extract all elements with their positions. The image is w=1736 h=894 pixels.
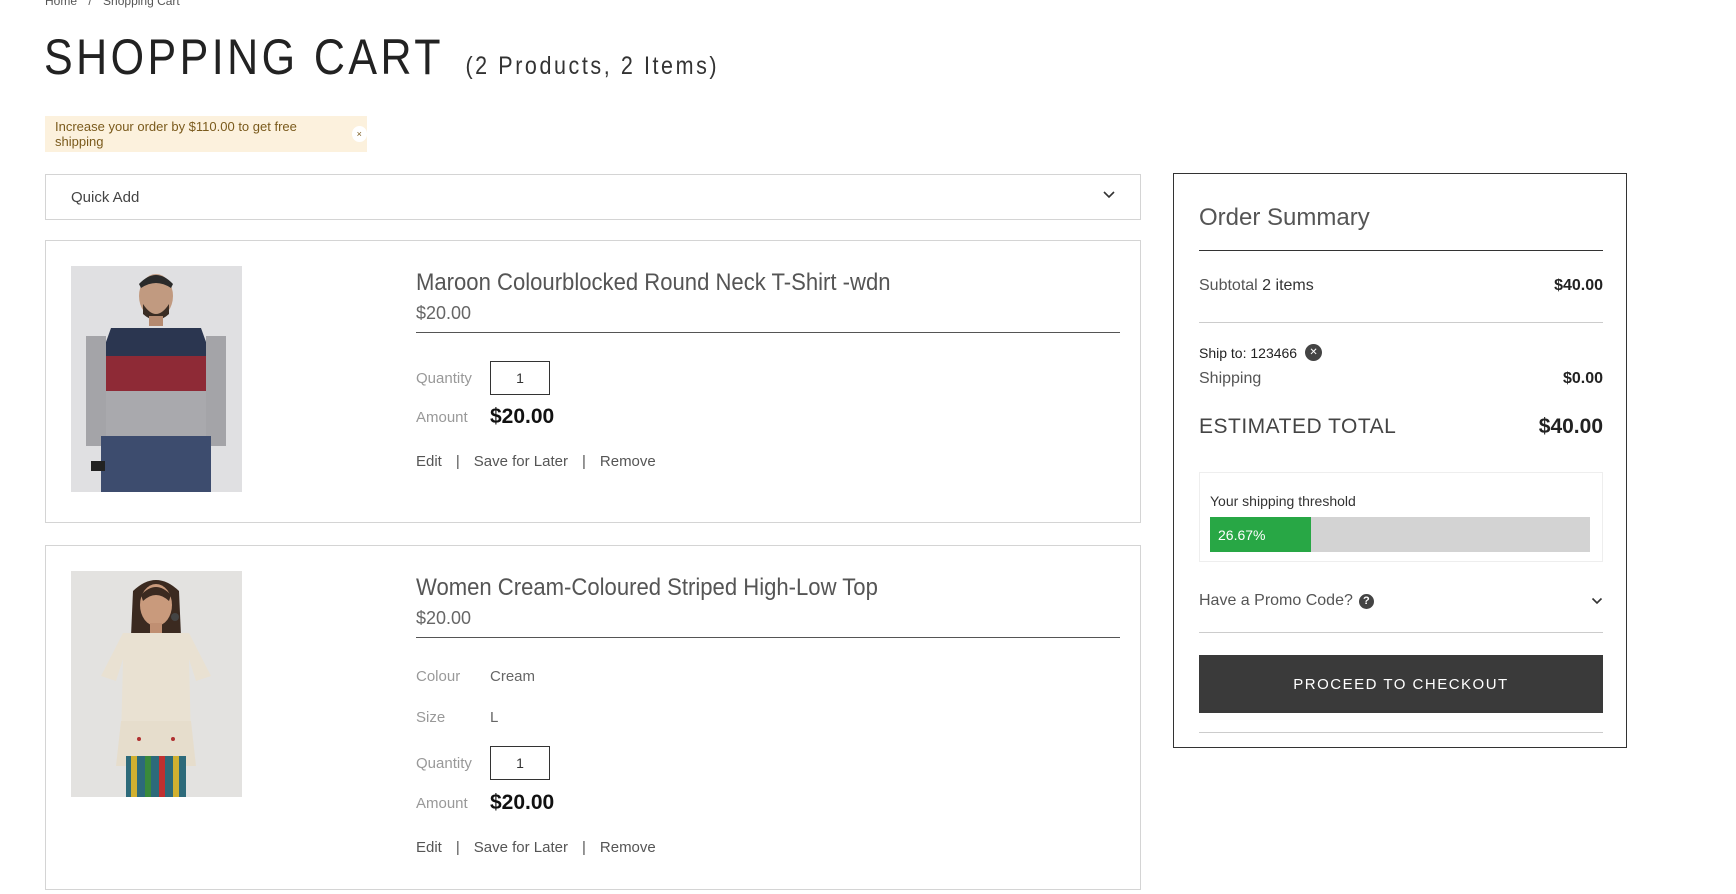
quantity-input[interactable]: 1 xyxy=(490,361,550,395)
subtotal-items: 2 items xyxy=(1262,277,1314,294)
shipping-value: $0.00 xyxy=(1562,370,1603,387)
cart-count: (2 Products, 2 Items) xyxy=(465,52,720,80)
remove-link[interactable]: Remove xyxy=(600,453,656,470)
item-actions: Edit | Save for Later | Remove xyxy=(416,453,656,470)
divider xyxy=(1199,632,1603,633)
estimated-total-value: $40.00 xyxy=(1538,415,1603,438)
product-name[interactable]: Women Cream-Coloured Striped High-Low To… xyxy=(416,574,1064,602)
divider xyxy=(1199,250,1603,251)
subtotal-label-group: Subtotal 2 items xyxy=(1199,277,1314,295)
product-image[interactable] xyxy=(71,571,242,797)
order-summary: Order Summary Subtotal 2 items $40.00 Sh… xyxy=(1173,173,1627,748)
ship-to: Ship to: 123466 ✕ xyxy=(1199,344,1323,361)
estimated-total-row: ESTIMATED TOTAL $40.00 xyxy=(1199,415,1603,439)
divider xyxy=(1199,322,1603,323)
amount-value: $20.00 xyxy=(490,791,555,814)
quantity-row: Quantity 1 xyxy=(416,746,550,780)
page-title: SHOPPING CART (2 Products, 2 Items) xyxy=(44,28,719,86)
item-actions: Edit | Save for Later | Remove xyxy=(416,839,656,856)
shipping-threshold: Your shipping threshold 26.67% xyxy=(1199,472,1603,562)
action-separator: | xyxy=(581,839,586,856)
threshold-progress-bar: 26.67% xyxy=(1210,517,1590,552)
product-image[interactable] xyxy=(71,266,242,492)
threshold-progress-fill: 26.67% xyxy=(1210,517,1312,552)
promo-code-label: Have a Promo Code? xyxy=(1199,592,1353,609)
clear-zip-icon[interactable]: ✕ xyxy=(1305,344,1323,361)
free-shipping-banner: Increase your order by $110.00 to get fr… xyxy=(45,116,367,152)
breadcrumb-home[interactable]: Home xyxy=(45,0,77,8)
subtotal-label: Subtotal xyxy=(1199,277,1258,294)
size-label: Size xyxy=(416,709,446,726)
promo-code-toggle[interactable]: Have a Promo Code? ? xyxy=(1199,592,1603,610)
action-separator: | xyxy=(455,839,460,856)
subtotal-row: Subtotal 2 items $40.00 xyxy=(1199,277,1603,295)
subtotal-value: $40.00 xyxy=(1554,277,1603,294)
quantity-label: Quantity xyxy=(416,369,472,387)
estimated-total-label: ESTIMATED TOTAL xyxy=(1199,415,1397,438)
shipping-row: Shipping $0.00 xyxy=(1199,370,1603,388)
remove-link[interactable]: Remove xyxy=(600,839,656,856)
help-icon[interactable]: ? xyxy=(1358,593,1374,609)
breadcrumb-separator: / xyxy=(88,0,92,8)
proceed-to-checkout-button[interactable]: PROCEED TO CHECKOUT xyxy=(1199,655,1603,713)
chevron-down-icon xyxy=(1103,191,1115,199)
close-icon[interactable]: × xyxy=(351,126,367,142)
amount-row: Amount $20.00 xyxy=(416,405,554,429)
page-title-text: SHOPPING CART xyxy=(44,29,444,85)
chevron-down-icon xyxy=(1591,597,1603,605)
divider xyxy=(1199,732,1603,733)
amount-row: Amount $20.00 xyxy=(416,791,554,815)
quantity-row: Quantity 1 xyxy=(416,361,550,395)
item-header: Maroon Colourblocked Round Neck T-Shirt … xyxy=(416,269,1120,333)
save-for-later-link[interactable]: Save for Later xyxy=(474,839,568,856)
breadcrumb-current: Shopping Cart xyxy=(103,0,180,8)
quantity-label: Quantity xyxy=(416,754,472,772)
colour-row: Colour Cream xyxy=(416,668,535,685)
save-for-later-link[interactable]: Save for Later xyxy=(474,453,568,470)
edit-link[interactable]: Edit xyxy=(416,453,442,470)
breadcrumb: Home / Shopping Cart xyxy=(45,0,188,8)
threshold-label: Your shipping threshold xyxy=(1210,493,1356,509)
product-name[interactable]: Maroon Colourblocked Round Neck T-Shirt … xyxy=(416,269,1064,297)
quick-add-accordion[interactable]: Quick Add xyxy=(45,174,1141,220)
free-shipping-text: Increase your order by $110.00 to get fr… xyxy=(55,119,297,149)
amount-value: $20.00 xyxy=(490,405,555,428)
action-separator: | xyxy=(455,453,460,470)
colour-label: Colour xyxy=(416,668,461,685)
cart-item: Maroon Colourblocked Round Neck T-Shirt … xyxy=(45,240,1141,523)
shipping-label: Shipping xyxy=(1199,370,1262,387)
size-row: Size L xyxy=(416,709,498,726)
product-price: $20.00 xyxy=(416,608,1120,638)
quantity-input[interactable]: 1 xyxy=(490,746,550,780)
quick-add-label: Quick Add xyxy=(71,188,140,206)
colour-value: Cream xyxy=(490,668,536,685)
amount-label: Amount xyxy=(416,794,468,812)
ship-to-text: Ship to: 123466 xyxy=(1199,344,1298,361)
cart-item: Women Cream-Coloured Striped High-Low To… xyxy=(45,545,1141,890)
order-summary-title: Order Summary xyxy=(1199,204,1370,231)
size-value: L xyxy=(490,709,499,726)
amount-label: Amount xyxy=(416,408,468,426)
action-separator: | xyxy=(581,453,586,470)
edit-link[interactable]: Edit xyxy=(416,839,442,856)
product-price: $20.00 xyxy=(416,303,1120,333)
item-header: Women Cream-Coloured Striped High-Low To… xyxy=(416,574,1120,638)
